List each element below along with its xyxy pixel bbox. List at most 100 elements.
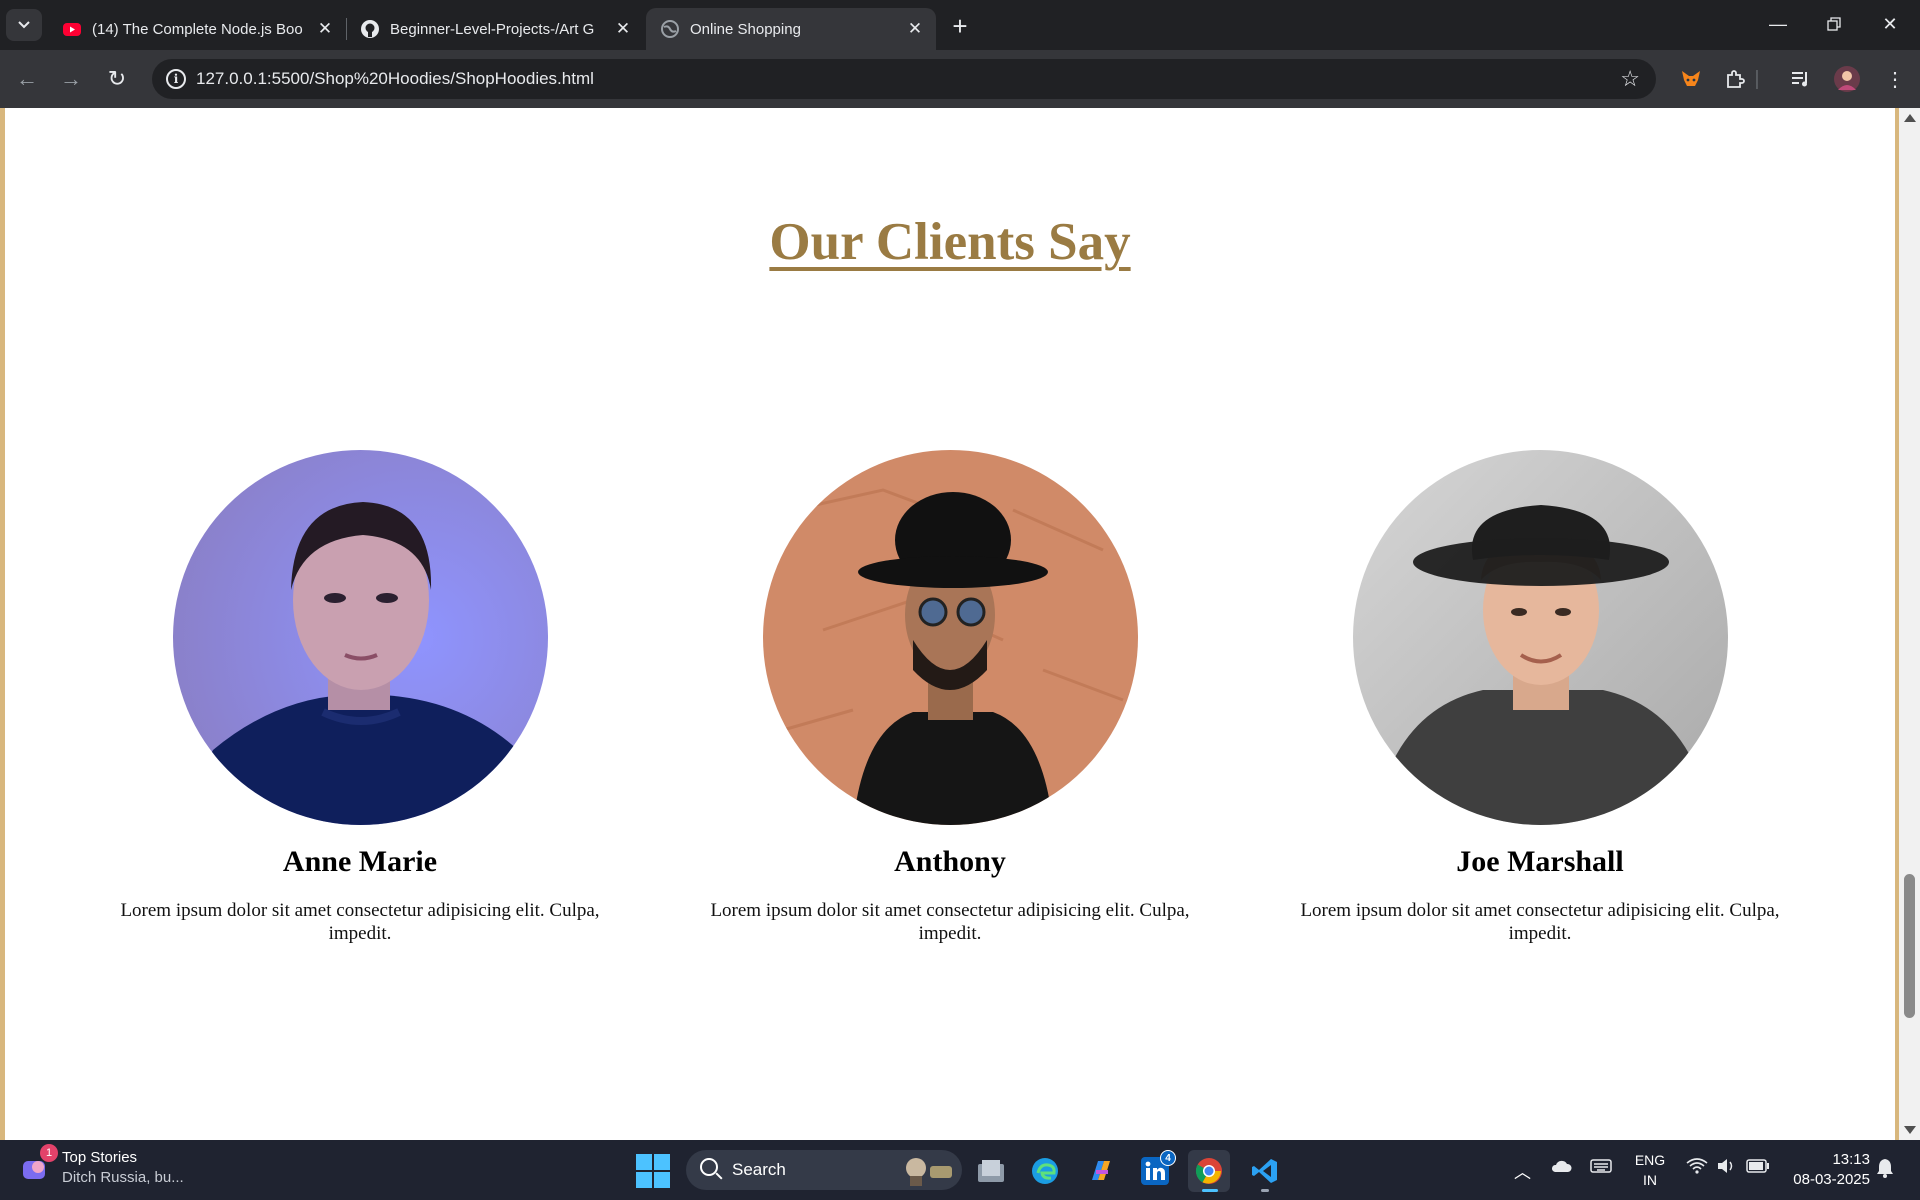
running-indicator — [1261, 1189, 1269, 1192]
testimonial-card: Anne Marie Lorem ipsum dolor sit amet co… — [80, 450, 640, 945]
chrome-taskbar-icon[interactable] — [1188, 1150, 1230, 1192]
tab-youtube[interactable]: (14) The Complete Node.js Boo ✕ — [48, 8, 346, 50]
chevron-up-icon: ︿ — [1514, 1163, 1531, 1182]
search-highlight-icon — [906, 1158, 952, 1186]
back-button[interactable]: ← — [10, 62, 44, 96]
linkedin-taskbar-icon[interactable]: 4 — [1134, 1150, 1176, 1192]
notifications-button[interactable] — [1876, 1158, 1894, 1183]
client-quote: Lorem ipsum dolor sit amet consectetur a… — [120, 900, 600, 944]
client-name: Anne Marie — [282, 845, 438, 878]
restore-icon — [1827, 17, 1841, 31]
page-scrollbar[interactable] — [1899, 108, 1920, 1140]
site-info-icon[interactable]: i — [166, 69, 186, 89]
testimonial-card: Joe Marshall Lorem ipsum dolor sit amet … — [1260, 450, 1820, 945]
globe-icon — [661, 20, 679, 38]
section-title: Our Clients Say — [769, 213, 1131, 271]
minimize-icon: — — [1769, 13, 1787, 34]
browser-menu-button[interactable]: ⋮ — [1880, 64, 1910, 94]
clock-time: 13:13 — [1832, 1151, 1870, 1168]
battery-tray-icon[interactable] — [1746, 1158, 1770, 1178]
client-quote: Lorem ipsum dolor sit amet consectetur a… — [1300, 900, 1780, 944]
forward-button[interactable]: → — [54, 62, 88, 96]
url-text[interactable]: 127.0.0.1:5500/Shop%20Hoodies/ShopHoodie… — [196, 69, 594, 89]
cloud-icon — [1551, 1160, 1572, 1172]
minimize-button[interactable]: — — [1750, 0, 1806, 48]
start-button[interactable] — [636, 1154, 670, 1188]
windows-logo-icon — [636, 1172, 652, 1188]
bookmark-star-icon[interactable]: ☆ — [1620, 66, 1640, 92]
news-subtitle: Ditch Russia, bu... — [62, 1169, 184, 1186]
tab-github[interactable]: Beginner-Level-Projects-/Art G ✕ — [346, 8, 644, 50]
close-tab-icon[interactable]: ✕ — [614, 19, 632, 38]
testimonial-card: Anthony Lorem ipsum dolor sit amet conse… — [670, 450, 1230, 945]
windows-taskbar: 1 Top Stories Ditch Russia, bu... Search… — [0, 1140, 1920, 1200]
wifi-tray-icon[interactable] — [1686, 1158, 1708, 1179]
profile-avatar-button[interactable] — [1832, 64, 1862, 94]
copilot-taskbar-icon[interactable] — [1080, 1150, 1122, 1192]
vscode-taskbar-icon[interactable] — [1244, 1150, 1286, 1192]
chrome-icon — [1195, 1158, 1222, 1184]
scrollbar-thumb[interactable] — [1904, 874, 1915, 1018]
close-tab-icon[interactable]: ✕ — [906, 19, 924, 38]
metamask-extension-icon[interactable] — [1676, 64, 1706, 94]
tab-title: (14) The Complete Node.js Boo — [92, 20, 303, 38]
reload-button[interactable]: ↻ — [100, 62, 134, 96]
windows-logo-icon — [654, 1172, 670, 1188]
github-icon — [361, 20, 379, 38]
client-photo — [762, 450, 1138, 825]
page-viewport: Our Clients Say Anne Marie Lorem ipsum d… — [0, 108, 1920, 1140]
news-title: Top Stories — [62, 1149, 138, 1166]
bell-icon — [1877, 1159, 1893, 1178]
linkedin-badge: 4 — [1160, 1150, 1176, 1166]
restore-button[interactable] — [1806, 0, 1862, 48]
client-quote: Lorem ipsum dolor sit amet consectetur a… — [710, 900, 1190, 944]
input-language[interactable]: ENG IN — [1628, 1150, 1672, 1190]
battery-icon — [1746, 1159, 1769, 1173]
scroll-up-arrow-icon[interactable] — [1904, 114, 1916, 122]
new-tab-button[interactable]: + — [945, 11, 975, 41]
taskbar-search[interactable]: Search — [686, 1150, 962, 1190]
tab-online-shopping[interactable]: Online Shopping ✕ — [646, 8, 936, 50]
language-code: ENG — [1634, 1152, 1666, 1168]
extensions-button[interactable] — [1720, 64, 1750, 94]
keyboard-tray-icon[interactable] — [1590, 1158, 1612, 1179]
vscode-icon — [1252, 1159, 1277, 1183]
speaker-icon — [1718, 1159, 1733, 1173]
news-widget[interactable]: 1 Top Stories Ditch Russia, bu... — [20, 1144, 184, 1188]
browser-toolbar: ← → ↻ i 127.0.0.1:5500/Shop%20Hoodies/Sh… — [0, 50, 1920, 108]
media-controls-button[interactable] — [1786, 64, 1816, 94]
arrow-right-icon: → — [60, 66, 82, 91]
onedrive-tray-icon[interactable] — [1550, 1158, 1572, 1178]
close-window-button[interactable]: ✕ — [1862, 0, 1918, 48]
address-bar[interactable]: i 127.0.0.1:5500/Shop%20Hoodies/ShopHood… — [152, 59, 1656, 99]
client-name: Joe Marshall — [1456, 845, 1624, 878]
windows-logo-icon — [636, 1154, 652, 1170]
chevron-down-icon — [18, 21, 30, 29]
copilot-icon — [1092, 1161, 1110, 1180]
windows-logo-icon — [654, 1154, 670, 1170]
search-label: Search — [732, 1160, 786, 1179]
tab-search-button[interactable] — [6, 9, 42, 41]
reload-icon: ↻ — [107, 66, 127, 91]
folder-icon — [978, 1160, 1004, 1182]
taskbar-clock[interactable]: 13:13 08-03-2025 — [1780, 1150, 1870, 1190]
volume-tray-icon[interactable] — [1716, 1158, 1738, 1179]
close-icon: ✕ — [1882, 13, 1898, 34]
running-indicator — [1202, 1189, 1218, 1192]
scroll-down-arrow-icon[interactable] — [1904, 1126, 1916, 1134]
keyboard-icon — [1590, 1159, 1612, 1173]
fox-icon — [1682, 71, 1700, 86]
playlist-icon — [1792, 72, 1807, 87]
plus-icon: + — [952, 10, 968, 41]
file-explorer-taskbar-icon[interactable] — [970, 1150, 1012, 1192]
edge-taskbar-icon[interactable] — [1024, 1150, 1066, 1192]
client-photo-anthony — [762, 450, 1138, 825]
tray-overflow-button[interactable]: ︿ — [1514, 1158, 1531, 1183]
news-text: Top Stories Ditch Russia, bu... — [62, 1148, 184, 1188]
youtube-icon — [63, 23, 81, 36]
close-tab-icon[interactable]: ✕ — [316, 19, 334, 38]
clock-date: 08-03-2025 — [1793, 1171, 1870, 1188]
client-name: Anthony — [894, 845, 1006, 878]
client-photo — [172, 450, 548, 825]
wifi-icon — [1686, 1158, 1708, 1174]
